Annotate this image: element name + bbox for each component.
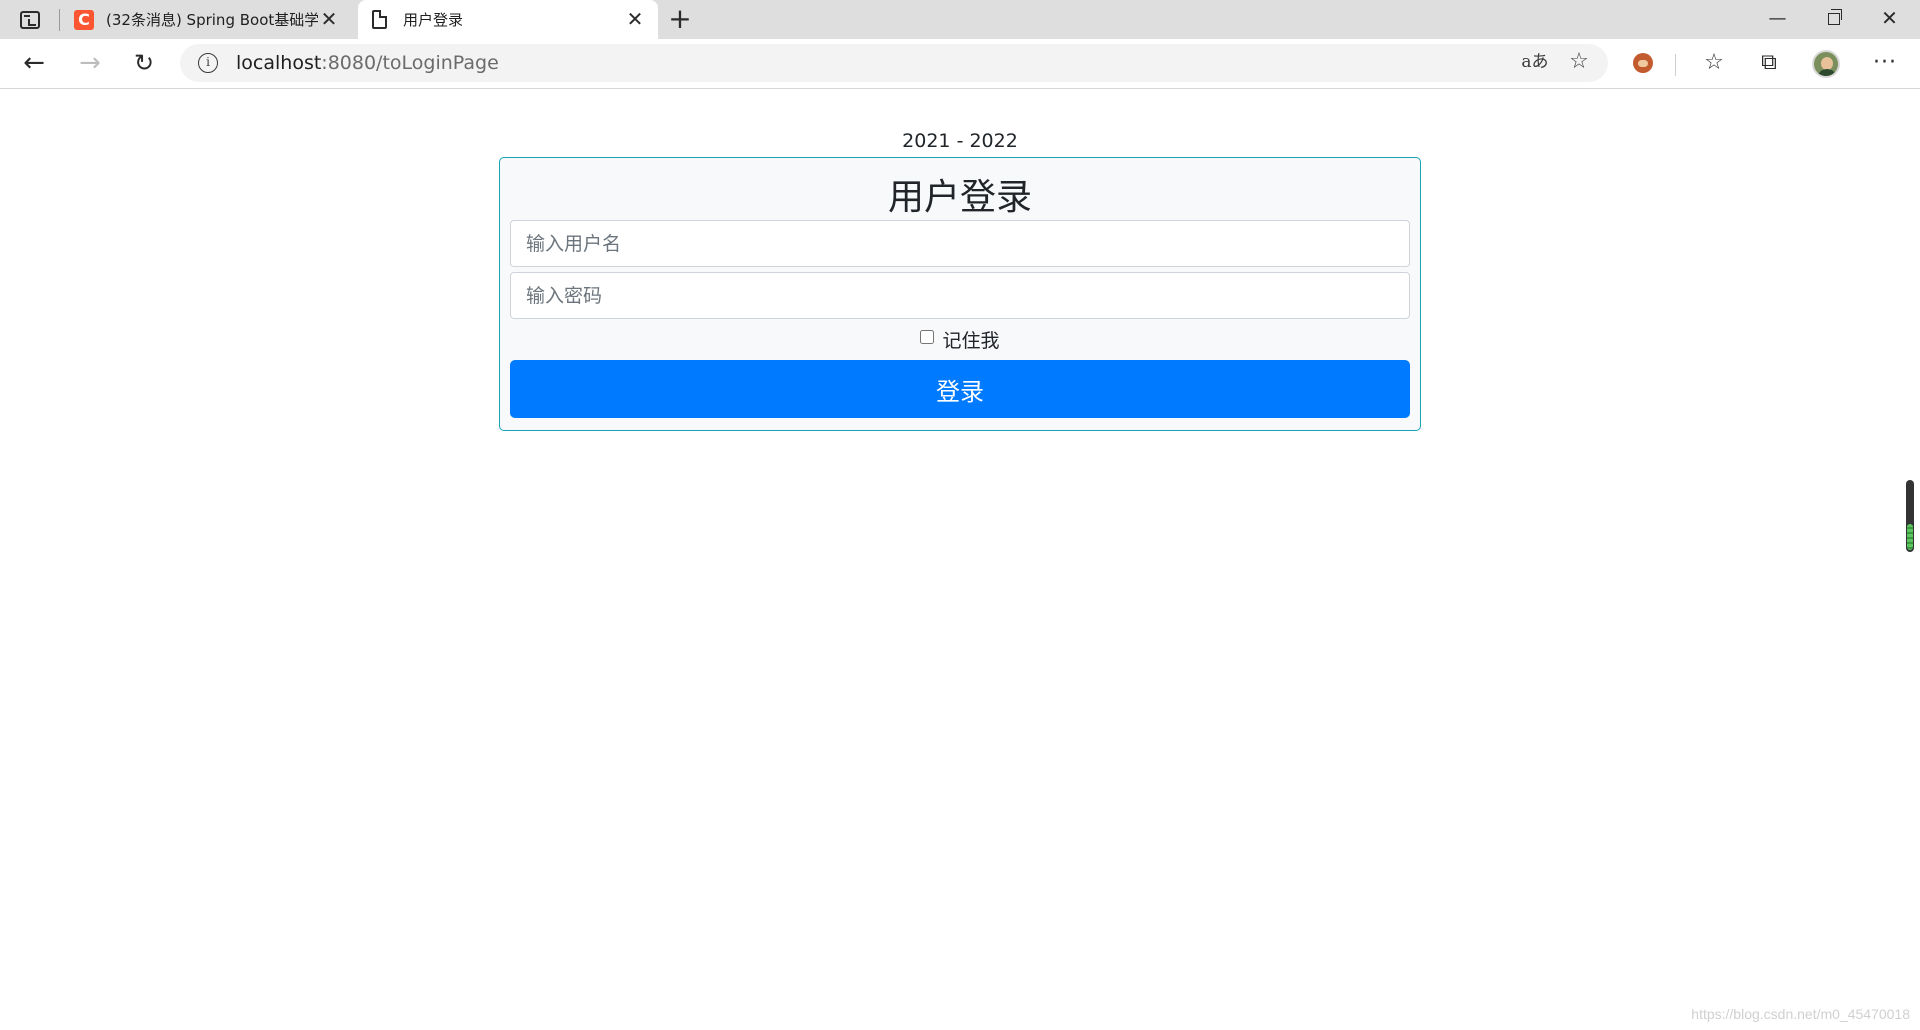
year-range: 2021 - 2022 xyxy=(902,130,1018,152)
tab-close-icon[interactable]: ✕ xyxy=(624,9,646,31)
window-minimize-button[interactable]: — xyxy=(1750,0,1805,39)
add-favorite-icon[interactable]: ☆ xyxy=(1562,46,1596,80)
remember-me-checkbox[interactable] xyxy=(920,329,935,344)
restore-icon xyxy=(1827,9,1842,25)
address-bar[interactable]: i localhost:8080/toLoginPage aあ ☆ xyxy=(180,44,1608,82)
tab-close-icon[interactable]: ✕ xyxy=(318,9,340,31)
tab-csdn[interactable]: C (32条消息) Spring Boot基础学习 ✕ xyxy=(62,0,352,39)
tab-divider xyxy=(59,9,60,31)
tab-strip: C (32条消息) Spring Boot基础学习 ✕ 用户登录 ✕ + — ✕ xyxy=(0,0,1920,39)
read-aloud-icon[interactable]: aあ xyxy=(1518,46,1552,80)
remember-me-label: 记住我 xyxy=(942,330,1000,352)
scroll-indicator[interactable] xyxy=(1906,480,1914,552)
login-card: 用户登录 记住我 登录 xyxy=(499,157,1421,431)
collections-icon[interactable]: ⧉ xyxy=(1752,47,1786,81)
profile-avatar[interactable] xyxy=(1812,50,1840,78)
extension-icon[interactable] xyxy=(1626,47,1660,81)
favorites-icon[interactable]: ☆ xyxy=(1697,47,1731,81)
url-host: localhost xyxy=(236,52,322,74)
back-button[interactable]: ← xyxy=(16,46,52,82)
tab-login-page[interactable]: 用户登录 ✕ xyxy=(358,0,658,39)
new-tab-button[interactable]: + xyxy=(664,4,696,36)
password-input[interactable] xyxy=(510,272,1410,319)
login-button[interactable]: 登录 xyxy=(510,360,1410,418)
browser-toolbar: ← → ↻ i localhost:8080/toLoginPage aあ ☆ … xyxy=(0,39,1920,89)
csdn-c-icon: C xyxy=(74,9,94,30)
refresh-button[interactable]: ↻ xyxy=(126,46,162,82)
tab-actions-icon xyxy=(20,10,40,29)
extension-face-icon xyxy=(1633,53,1653,73)
toolbar-divider xyxy=(1675,54,1676,76)
username-input[interactable] xyxy=(510,220,1410,267)
page-viewport: 2021 - 2022 用户登录 记住我 登录 https://blog.csd… xyxy=(0,90,1920,1030)
more-menu-icon[interactable]: ··· xyxy=(1868,47,1902,81)
document-icon xyxy=(372,10,387,29)
url-path: :8080/toLoginPage xyxy=(321,52,499,74)
tab-title: 用户登录 xyxy=(403,11,464,29)
watermark: https://blog.csdn.net/m0_45470018 xyxy=(1691,1006,1910,1022)
site-info-icon[interactable]: i xyxy=(198,53,218,73)
window-restore-button[interactable] xyxy=(1806,0,1861,39)
tab-title: (32条消息) Spring Boot基础学习 xyxy=(106,11,318,29)
url-text[interactable]: localhost:8080/toLoginPage xyxy=(236,52,1518,74)
tab-actions-button[interactable] xyxy=(10,6,50,33)
window-close-button[interactable]: ✕ xyxy=(1862,0,1917,39)
remember-me-row[interactable]: 记住我 xyxy=(500,326,1420,353)
forward-button[interactable]: → xyxy=(72,46,108,82)
page-title: 用户登录 xyxy=(887,177,1032,218)
